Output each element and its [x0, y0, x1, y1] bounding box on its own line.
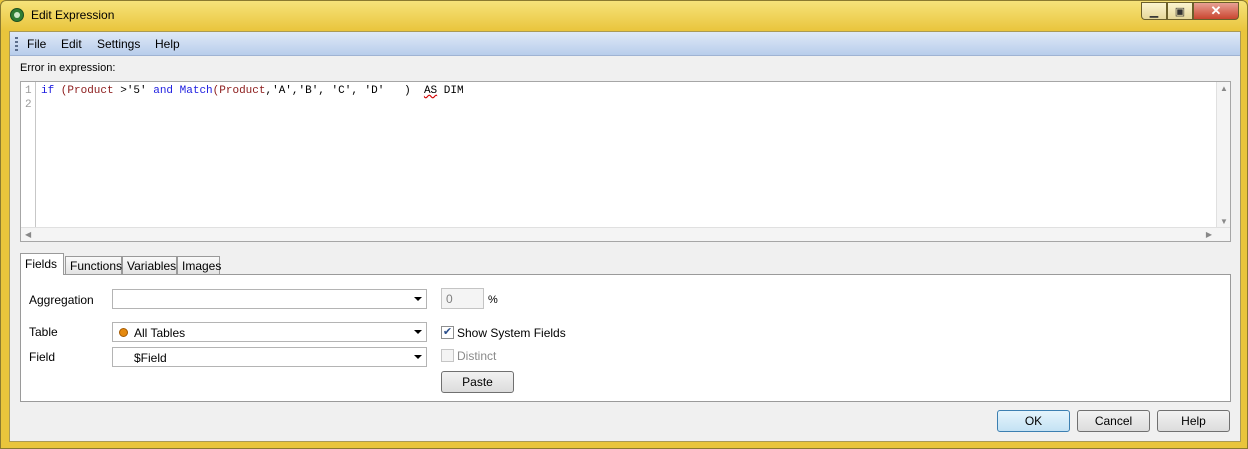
ok-button[interactable]: OK — [997, 410, 1070, 432]
minimize-icon: ▁ — [1149, 5, 1159, 18]
menu-help[interactable]: Help — [155, 37, 180, 51]
code-keyword-and: and — [153, 85, 174, 97]
expression-code-line[interactable]: if (Product >'5' and Match(Product,'A','… — [41, 85, 464, 97]
code-keyword-if: if — [41, 85, 55, 97]
table-value: All Tables — [134, 326, 186, 340]
tab-fields[interactable]: Fields — [20, 253, 64, 275]
table-select[interactable]: All Tables — [112, 322, 427, 342]
minimize-button[interactable]: ▁ — [1141, 2, 1167, 20]
title-bar[interactable]: Edit Expression ▁ ▣ ✕ — [1, 1, 1247, 29]
error-label: Error in expression: — [20, 62, 116, 74]
percent-sign: % — [488, 294, 498, 306]
paste-button[interactable]: Paste — [441, 371, 514, 393]
chevron-down-icon — [414, 297, 422, 301]
code-token: ,'A','B', 'C', 'D' ) — [265, 85, 424, 97]
code-token: >'5' — [113, 85, 154, 97]
tab-variables[interactable]: Variables — [122, 256, 177, 274]
menu-edit[interactable]: Edit — [61, 37, 82, 51]
scroll-left-icon[interactable]: ◀ — [25, 230, 31, 239]
close-button[interactable]: ✕ — [1193, 2, 1239, 20]
window-title: Edit Expression — [31, 8, 115, 22]
percent-value: 0 — [446, 292, 453, 306]
scroll-right-icon[interactable]: ▶ — [1206, 230, 1212, 239]
expression-editor[interactable]: 1 2 if (Product >'5' and Match(Product,'… — [20, 81, 1231, 242]
window-controls: ▁ ▣ ✕ — [1141, 2, 1239, 20]
maximize-icon: ▣ — [1174, 5, 1186, 18]
menu-bar: File Edit Settings Help — [10, 32, 1240, 56]
show-system-fields-label[interactable]: Show System Fields — [457, 326, 566, 340]
chevron-down-icon — [414, 330, 422, 334]
menu-settings[interactable]: Settings — [97, 37, 140, 51]
field-select[interactable]: $Field — [112, 347, 427, 367]
line-number: 1 — [25, 85, 32, 97]
horizontal-scrollbar[interactable]: ◀ ▶ — [21, 227, 1230, 241]
qlikview-app-icon — [10, 8, 24, 22]
help-button[interactable]: Help — [1157, 410, 1230, 432]
line-number: 2 — [25, 99, 32, 111]
aggregation-label: Aggregation — [29, 293, 94, 307]
code-function-match: Match — [179, 85, 213, 97]
show-system-fields-checkbox[interactable]: ✔ — [441, 326, 454, 339]
code-error-as: AS — [423, 85, 438, 97]
chevron-down-icon — [414, 355, 422, 359]
aggregation-select[interactable] — [112, 289, 427, 309]
code-field-product: Product — [219, 85, 266, 97]
edit-expression-window: Edit Expression ▁ ▣ ✕ File Edit Settings… — [0, 0, 1248, 449]
vertical-scrollbar[interactable]: ▲ ▼ — [1216, 82, 1230, 228]
checkmark-icon: ✔ — [442, 326, 453, 338]
field-label: Field — [29, 350, 56, 364]
percent-input[interactable]: 0 — [441, 288, 484, 309]
cancel-button[interactable]: Cancel — [1077, 410, 1150, 432]
code-field-product: Product — [67, 85, 114, 97]
distinct-checkbox[interactable] — [441, 349, 454, 362]
distinct-label[interactable]: Distinct — [457, 349, 496, 363]
menu-file[interactable]: File — [27, 37, 46, 51]
close-icon: ✕ — [1210, 3, 1222, 18]
fields-panel: Aggregation 0 % Table All Tables ✔ Show … — [20, 274, 1231, 402]
tab-functions[interactable]: Functions — [65, 256, 122, 274]
dialog-body: File Edit Settings Help Error in express… — [9, 31, 1241, 442]
scroll-down-icon[interactable]: ▼ — [1220, 217, 1228, 226]
tab-images[interactable]: Images — [177, 256, 221, 274]
code-token: ( — [54, 85, 68, 97]
field-value: $Field — [134, 351, 167, 365]
menubar-grip-icon[interactable] — [15, 37, 18, 51]
table-dot-icon — [119, 328, 128, 337]
table-label: Table — [29, 325, 58, 339]
maximize-button[interactable]: ▣ — [1167, 2, 1193, 20]
code-token: DIM — [437, 85, 464, 97]
line-number-gutter: 1 2 — [21, 82, 36, 228]
scroll-up-icon[interactable]: ▲ — [1220, 84, 1228, 93]
